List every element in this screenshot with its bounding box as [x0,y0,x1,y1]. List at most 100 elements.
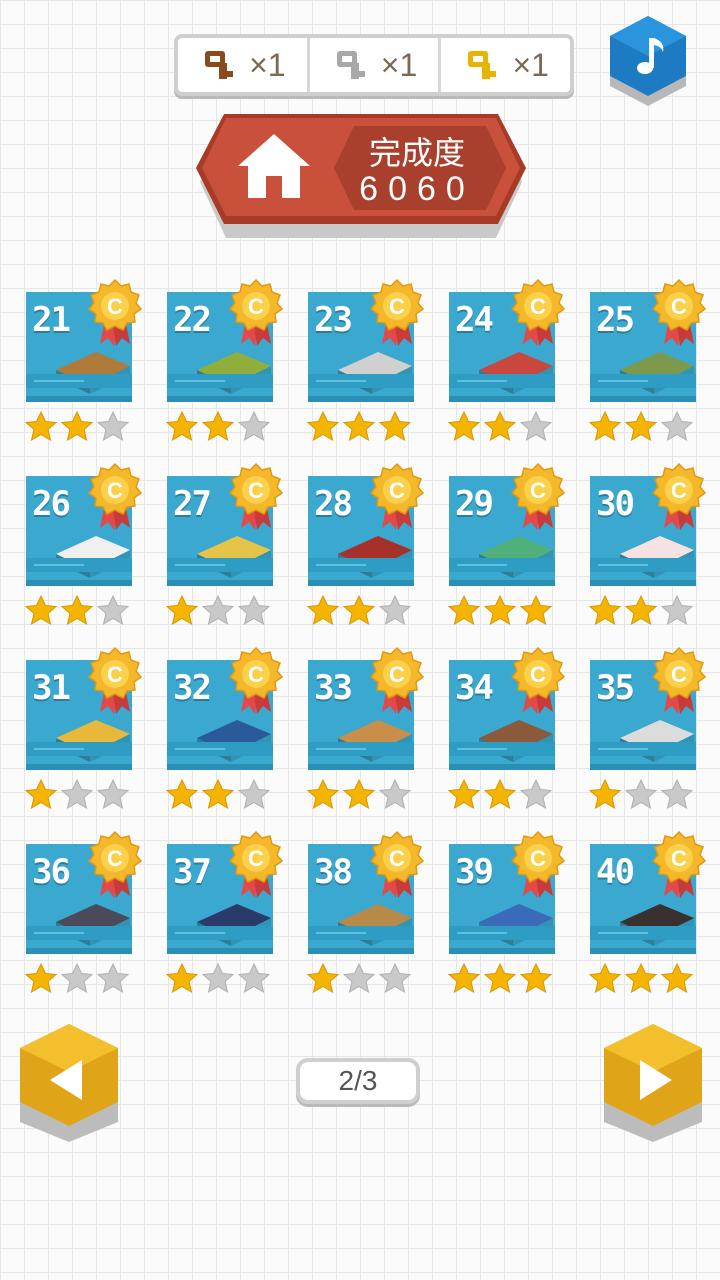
star-empty-icon [60,962,94,994]
music-toggle-button[interactable] [605,14,691,106]
star-filled-icon [483,778,517,810]
level-card-34[interactable]: 34 C [447,646,566,810]
level-card-28[interactable]: 28 C [306,462,425,626]
star-filled-icon [24,410,58,442]
level-card-37[interactable]: 37 C [165,830,284,994]
level-card-21[interactable]: 21 C [24,278,143,442]
level-stars [306,962,412,994]
c-rank-medal-icon: C [228,646,284,714]
star-filled-icon [165,410,199,442]
star-empty-icon [237,778,271,810]
level-stars [306,410,412,442]
prev-page-button[interactable] [14,1022,124,1142]
level-card-24[interactable]: 24 C [447,278,566,442]
level-number: 25 [596,300,635,340]
star-empty-icon [96,410,130,442]
star-empty-icon [378,778,412,810]
level-card-27[interactable]: 27 C [165,462,284,626]
level-stars [588,410,694,442]
star-filled-icon [165,594,199,626]
gold-key-slot: ×1 [441,38,570,92]
star-filled-icon [588,594,622,626]
level-number: 40 [596,852,635,892]
next-page-button[interactable] [598,1022,708,1142]
level-number: 22 [173,300,212,340]
c-rank-medal-icon: C [228,830,284,898]
star-filled-icon [165,778,199,810]
level-number: 26 [32,484,71,524]
c-rank-medal-icon: C [228,462,284,530]
level-number: 37 [173,852,212,892]
star-filled-icon [306,594,340,626]
c-rank-medal-icon: C [651,830,707,898]
level-number: 39 [455,852,494,892]
star-filled-icon [201,778,235,810]
level-card-39[interactable]: 39 C [447,830,566,994]
level-stars [165,962,271,994]
level-stars [447,962,553,994]
star-filled-icon [660,962,694,994]
level-card-33[interactable]: 33 C [306,646,425,810]
medal-letter: C [107,846,123,871]
level-card-29[interactable]: 29 C [447,462,566,626]
level-card-40[interactable]: 40 C [588,830,707,994]
level-stars [165,410,271,442]
key-inventory-bar: ×1 ×1 ×1 [174,34,574,96]
medal-letter: C [248,478,264,503]
star-empty-icon [624,778,658,810]
level-card-31[interactable]: 31 C [24,646,143,810]
star-empty-icon [96,778,130,810]
level-stars [588,962,694,994]
medal-letter: C [248,846,264,871]
star-empty-icon [378,962,412,994]
level-number: 38 [314,852,353,892]
star-filled-icon [447,778,481,810]
level-number: 23 [314,300,353,340]
star-empty-icon [237,594,271,626]
level-card-22[interactable]: 22 C [165,278,284,442]
c-rank-medal-icon: C [510,462,566,530]
gold-key-count: ×1 [512,46,549,83]
level-number: 36 [32,852,71,892]
star-filled-icon [24,594,58,626]
level-stars [447,410,553,442]
star-filled-icon [588,778,622,810]
level-number: 29 [455,484,494,524]
star-filled-icon [60,410,94,442]
level-number: 30 [596,484,635,524]
medal-letter: C [389,846,405,871]
star-filled-icon [519,962,553,994]
level-stars [588,594,694,626]
star-filled-icon [588,962,622,994]
star-empty-icon [96,594,130,626]
level-number: 28 [314,484,353,524]
star-filled-icon [447,410,481,442]
star-filled-icon [342,778,376,810]
star-filled-icon [165,962,199,994]
silver-key-slot: ×1 [310,38,442,92]
c-rank-medal-icon: C [651,646,707,714]
star-filled-icon [306,410,340,442]
level-card-38[interactable]: 38 C [306,830,425,994]
level-card-36[interactable]: 36 C [24,830,143,994]
level-card-30[interactable]: 30 C [588,462,707,626]
level-card-32[interactable]: 32 C [165,646,284,810]
level-card-35[interactable]: 35 C [588,646,707,810]
star-empty-icon [660,410,694,442]
star-filled-icon [483,962,517,994]
medal-letter: C [530,294,546,319]
star-filled-icon [342,410,376,442]
c-rank-medal-icon: C [87,278,143,346]
level-card-26[interactable]: 26 C [24,462,143,626]
level-number: 33 [314,668,353,708]
level-card-25[interactable]: 25 C [588,278,707,442]
level-stars [24,778,130,810]
home-icon [238,134,310,198]
star-filled-icon [60,594,94,626]
level-card-23[interactable]: 23 C [306,278,425,442]
level-stars [165,594,271,626]
star-filled-icon [519,594,553,626]
star-empty-icon [519,410,553,442]
level-stars [165,778,271,810]
star-empty-icon [237,962,271,994]
